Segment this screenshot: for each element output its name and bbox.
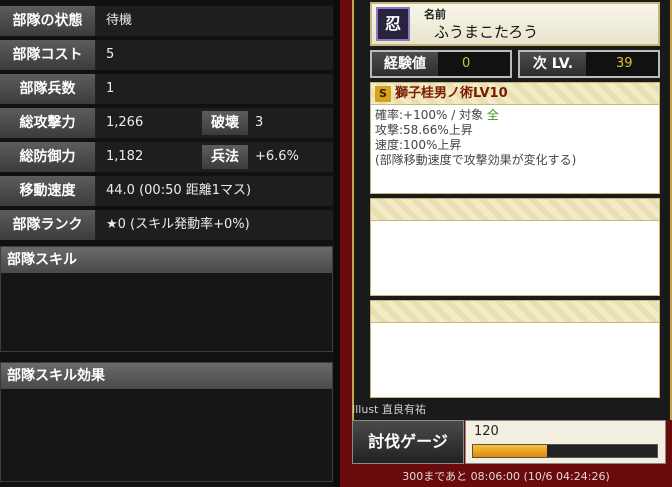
soldiers-label: 部隊兵数 xyxy=(0,74,96,104)
unit-stats-panel: 部隊の状態 待機 部隊コスト 5 部隊兵数 1 総攻撃力 1,266 破壊 3 … xyxy=(0,0,334,487)
skill-slot-2-header xyxy=(371,199,659,221)
skill-line-1: 確率:+100% / 対象 全 xyxy=(375,108,655,123)
unit-skill-section: 部隊スキル xyxy=(0,246,333,352)
cost-value: 5 xyxy=(106,47,115,62)
defense-value: 1,182 xyxy=(106,149,144,164)
defense-row: 総防御力 1,182 兵法 +6.6% xyxy=(0,142,333,172)
next-level-value: 39 xyxy=(616,56,633,71)
exp-value: 0 xyxy=(462,56,471,71)
skill-line-1-text: 確率:+100% / 対象 xyxy=(375,108,487,122)
ninja-avatar-icon[interactable]: 忍 xyxy=(376,7,410,41)
speed-value: 44.0 (00:50 距離1マス) xyxy=(106,183,252,198)
attack-label: 総攻撃力 xyxy=(0,108,96,138)
gauge-footer-text: 300まであと 08:06:00 (10/6 04:24:26) xyxy=(402,470,610,483)
status-label: 部隊の状態 xyxy=(0,6,96,36)
skill-line-2: 攻撃:58.66%上昇 xyxy=(375,123,473,137)
exp-label: 経験値 xyxy=(372,52,438,76)
skill-line-4: (部隊移動速度で攻撃効果が変化する) xyxy=(375,153,577,167)
rank-label: 部隊ランク xyxy=(0,210,96,240)
soldiers-row: 部隊兵数 1 xyxy=(0,74,333,104)
skill-target: 全 xyxy=(486,108,499,122)
experience-box: 経験値 0 次 LV. 39 xyxy=(370,50,660,78)
next-level-cell: 次 LV. 39 xyxy=(518,50,660,78)
skill-title-bar: S 獅子桂男ノ術LV10 xyxy=(371,83,659,105)
attack-value: 1,266 xyxy=(106,115,144,130)
unit-skill-effect-header: 部隊スキル効果 xyxy=(1,363,332,389)
character-name: ふうまこたろう xyxy=(434,23,539,41)
name-label: 名前 xyxy=(424,8,446,21)
rank-row: 部隊ランク ★0 (スキル発動率+0%) xyxy=(0,210,333,240)
attack-row: 総攻撃力 1,266 破壊 3 xyxy=(0,108,333,138)
skill-rank-badge: S xyxy=(375,85,391,102)
status-value: 待機 xyxy=(106,13,133,28)
subjugation-gauge: 討伐ゲージ 120 xyxy=(352,420,666,464)
illustrator-credit: Illust 直良有祐 xyxy=(352,403,426,416)
tactics-value: +6.6% xyxy=(255,149,299,164)
name-box: 忍 名前 ふうまこたろう xyxy=(370,2,660,46)
speed-label: 移動速度 xyxy=(0,176,96,206)
gauge-box: 120 xyxy=(465,420,666,464)
cost-label: 部隊コスト xyxy=(0,40,96,70)
rank-value: ★0 (スキル発動率+0%) xyxy=(106,217,250,232)
cost-row: 部隊コスト 5 xyxy=(0,40,333,70)
destruction-label: 破壊 xyxy=(202,111,248,135)
gauge-label: 討伐ゲージ xyxy=(352,420,464,464)
skill-slot-3-header xyxy=(371,301,659,323)
gauge-track xyxy=(472,444,658,458)
speed-row: 移動速度 44.0 (00:50 距離1マス) xyxy=(0,176,333,206)
destruction-value: 3 xyxy=(255,115,264,130)
tactics-label: 兵法 xyxy=(202,145,248,169)
skill-description: 確率:+100% / 対象 全 攻撃:58.66%上昇 速度:100%上昇 (部… xyxy=(371,105,659,171)
unit-skill-effect-section: 部隊スキル効果 xyxy=(0,362,333,482)
unit-skill-header: 部隊スキル xyxy=(1,247,332,273)
gauge-value: 120 xyxy=(474,424,499,439)
skill-slot-2[interactable] xyxy=(370,198,660,296)
soldiers-value: 1 xyxy=(106,81,115,96)
skill-slot-3[interactable] xyxy=(370,300,660,398)
gauge-fill xyxy=(473,445,547,457)
defense-label: 総防御力 xyxy=(0,142,96,172)
skill-line-3: 速度:100%上昇 xyxy=(375,138,462,152)
skill-slot-1[interactable]: S 獅子桂男ノ術LV10 確率:+100% / 対象 全 攻撃:58.66%上昇 … xyxy=(370,82,660,194)
card-frame: 忍 名前 ふうまこたろう 経験値 0 次 LV. 39 S 獅子桂男ノ術LV10 … xyxy=(352,0,672,420)
skill-title: 獅子桂男ノ術LV10 xyxy=(395,86,508,101)
exp-cell: 経験値 0 xyxy=(370,50,512,78)
next-level-label: 次 LV. xyxy=(520,52,586,76)
status-row: 部隊の状態 待機 xyxy=(0,6,333,36)
